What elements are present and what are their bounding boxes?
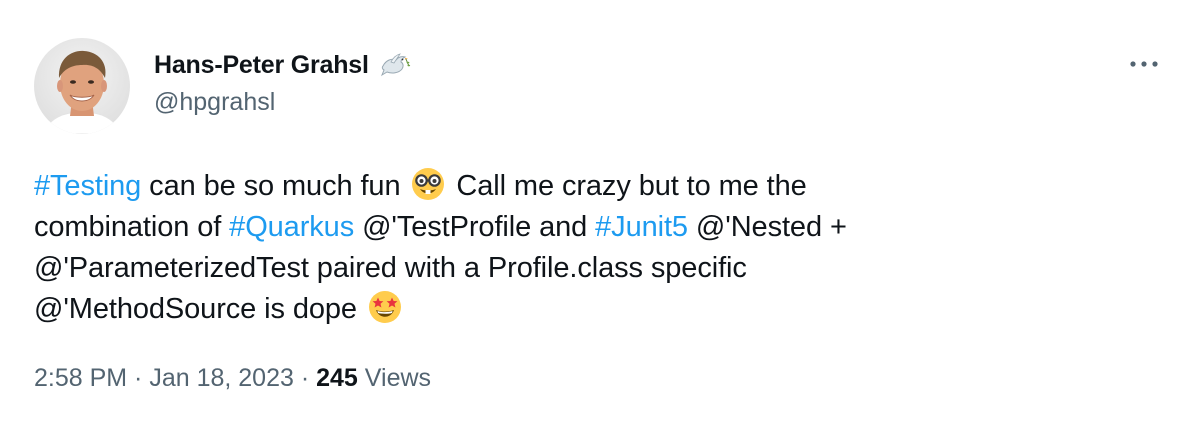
tweet-text-segment: @'Nested +	[687, 211, 847, 243]
tweet-time[interactable]: 2:58 PM	[34, 364, 127, 393]
tweet-date[interactable]: Jan 18, 2023	[149, 364, 294, 393]
views-count[interactable]: 245	[316, 364, 358, 393]
more-options-button[interactable]	[1124, 48, 1164, 80]
tweet-text-segment: can be so much fun	[141, 170, 409, 202]
dove-icon	[377, 48, 411, 82]
tweet-card: Hans-Peter Grahsl @hpgrahsl #Testing can…	[0, 0, 1200, 428]
author-handle[interactable]: @hpgrahsl	[154, 88, 411, 117]
tweet-text-segment: Call me crazy but to me the	[448, 170, 807, 202]
tweet-text: #Testing can be so much fun Call me craz…	[34, 166, 1114, 330]
tweet-text-segment: combination of	[34, 211, 230, 243]
tweet-text-segment: @'MethodSource is dope	[34, 293, 365, 325]
meta-separator: ·	[293, 364, 317, 392]
display-name[interactable]: Hans-Peter Grahsl	[154, 51, 369, 80]
tweet-line-4: @'MethodSource is dope	[34, 289, 1114, 330]
star-struck-emoji	[367, 289, 403, 325]
hashtag-testing[interactable]: #Testing	[34, 170, 141, 202]
author-block: Hans-Peter Grahsl @hpgrahsl	[154, 48, 411, 117]
meta-separator: ·	[127, 364, 150, 392]
display-name-row: Hans-Peter Grahsl	[154, 48, 411, 82]
tweet-meta: 2:58 PM · Jan 18, 2023 · 245 Views	[34, 364, 431, 393]
avatar[interactable]	[34, 38, 130, 134]
tweet-text-segment: @'ParameterizedTest paired with a Profil…	[34, 252, 747, 284]
more-horizontal-icon	[1129, 55, 1159, 73]
nerd-face-emoji	[410, 166, 446, 202]
hashtag-junit5[interactable]: #Junit5	[595, 211, 688, 243]
tweet-line-2: combination of #Quarkus @'TestProfile an…	[34, 207, 1114, 248]
views-label: Views	[357, 364, 432, 392]
tweet-text-segment: @'TestProfile and	[354, 211, 596, 243]
tweet-line-3: @'ParameterizedTest paired with a Profil…	[34, 248, 1114, 289]
hashtag-quarkus[interactable]: #Quarkus	[229, 211, 354, 243]
tweet-line-1: #Testing can be so much fun Call me craz…	[34, 166, 1114, 207]
